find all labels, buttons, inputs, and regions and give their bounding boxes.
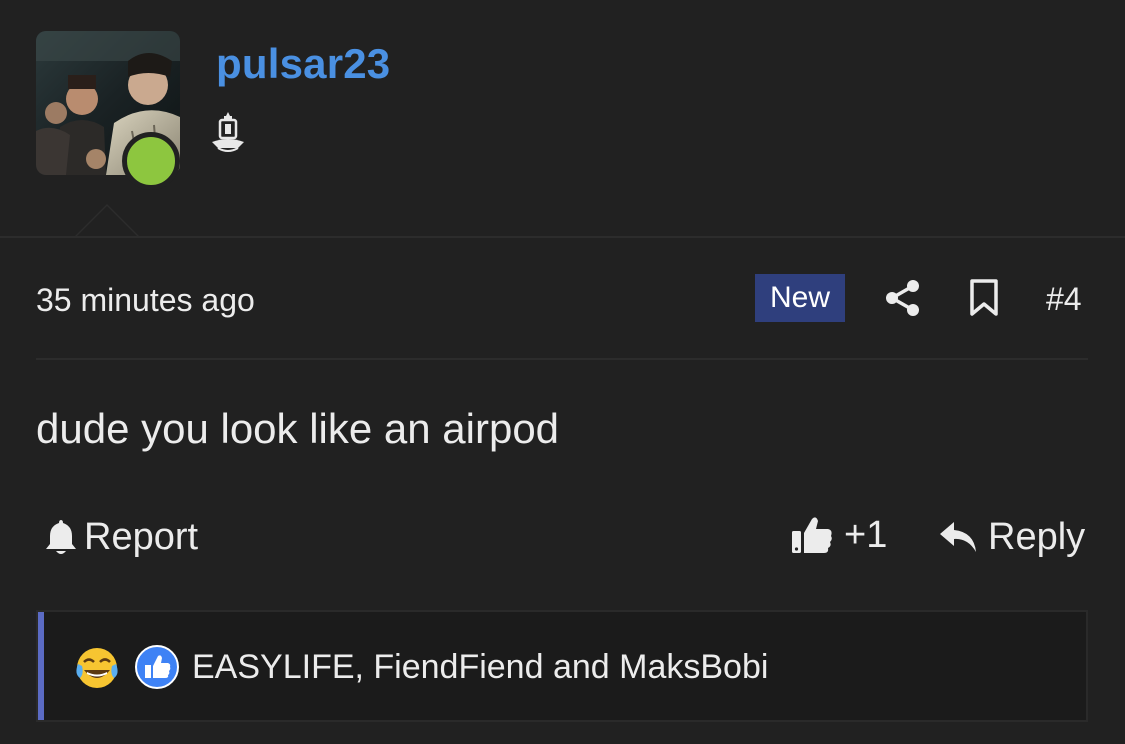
- like-icon: [135, 645, 179, 689]
- like-button[interactable]: +1: [790, 510, 887, 560]
- report-button[interactable]: Report: [44, 512, 198, 562]
- post-header: pulsar23: [0, 0, 1125, 237]
- post-number[interactable]: #4: [1046, 281, 1082, 318]
- reply-label: Reply: [988, 515, 1086, 558]
- reactions-bar[interactable]: EASYLIFE, FiendFiend and MaksBobi: [36, 610, 1088, 722]
- reply-icon: [940, 522, 976, 552]
- reactions-accent: [38, 612, 44, 720]
- report-label: Report: [84, 515, 199, 558]
- post-time[interactable]: 35 minutes ago: [36, 282, 255, 319]
- reply-button[interactable]: Reply: [938, 512, 1085, 562]
- bell-icon: [46, 520, 76, 554]
- bookmark-icon[interactable]: [968, 279, 1000, 317]
- new-badge: New: [755, 274, 845, 322]
- like-count: +1: [844, 513, 888, 556]
- reactors-list[interactable]: EASYLIFE, FiendFiend and MaksBobi: [192, 648, 768, 687]
- divider: [36, 358, 1088, 360]
- post-message: dude you look like an airpod: [36, 405, 560, 452]
- thumbs-up-icon: [792, 517, 832, 553]
- joy-tears-icon: [76, 648, 118, 688]
- share-icon[interactable]: [884, 279, 922, 317]
- header-pointer: [74, 204, 140, 237]
- username[interactable]: pulsar23: [216, 40, 390, 88]
- user-badge-icon: [208, 108, 248, 156]
- online-status-dot: [122, 132, 180, 190]
